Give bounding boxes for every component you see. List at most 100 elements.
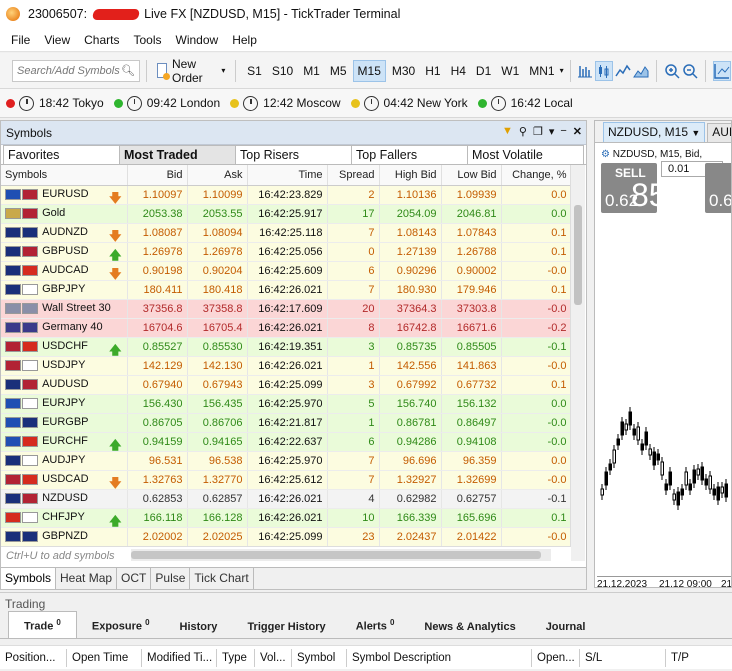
- chevron-down-icon[interactable]: ▾: [221, 66, 225, 75]
- column-header-modified-time[interactable]: Modified Ti...: [142, 648, 217, 667]
- column-header-low-bid[interactable]: Low Bid: [441, 165, 502, 186]
- table-row[interactable]: Wall Street 30 37356.8 37358.8 16:42:17.…: [1, 299, 571, 319]
- table-row[interactable]: AUDCAD 🡇 0.90198 0.90204 16:42:25.609 6 …: [1, 261, 571, 281]
- column-header-high-bid[interactable]: High Bid: [379, 165, 442, 186]
- column-header-symbol[interactable]: Symbol: [292, 648, 347, 667]
- table-row[interactable]: GBPJPY 180.411 180.418 16:42:26.021 7 18…: [1, 280, 571, 300]
- column-header-bid[interactable]: Bid: [127, 165, 188, 186]
- search-icon[interactable]: ⚲: [519, 125, 527, 138]
- vertical-scrollbar[interactable]: [570, 165, 585, 561]
- cell-time: 16:42:19.351: [247, 337, 328, 357]
- column-header-spread[interactable]: Spread: [327, 165, 380, 186]
- tab-top-risers[interactable]: Top Risers: [235, 145, 352, 164]
- chevron-down-icon[interactable]: ▼: [691, 128, 700, 138]
- column-header-time[interactable]: Time: [247, 165, 328, 186]
- table-row[interactable]: EURCHF 🡅 0.94159 0.94165 16:42:22.637 6 …: [1, 432, 571, 452]
- line-chart-icon[interactable]: [615, 61, 632, 81]
- tab-trigger-history[interactable]: Trigger History: [232, 616, 340, 638]
- tab-pulse[interactable]: Pulse: [151, 568, 191, 589]
- search-icon[interactable]: 🔍︎: [121, 64, 135, 77]
- timeframe-mn1[interactable]: MN1: [525, 61, 558, 81]
- chevron-down-icon[interactable]: ▾: [560, 66, 564, 75]
- chart-tab-aud[interactable]: AUD: [707, 123, 731, 142]
- zoom-out-icon[interactable]: [682, 61, 698, 81]
- table-row[interactable]: EURJPY 156.430 156.435 16:42:25.970 5 15…: [1, 394, 571, 414]
- table-row[interactable]: USDCAD 🡇 1.32763 1.32770 16:42:25.612 7 …: [1, 470, 571, 490]
- table-row[interactable]: GBPUSD 🡅 1.26978 1.26978 16:42:25.056 0 …: [1, 242, 571, 262]
- table-row[interactable]: USDCHF 🡅 0.85527 0.85530 16:42:19.351 3 …: [1, 337, 571, 357]
- column-header-tp[interactable]: T/P: [666, 649, 726, 667]
- column-header-position[interactable]: Position...: [0, 648, 67, 667]
- column-header-change[interactable]: Change, %: [501, 165, 571, 186]
- column-header-ask[interactable]: Ask: [187, 165, 248, 186]
- candlestick-chart-icon[interactable]: [595, 60, 614, 81]
- tab-exposure[interactable]: Exposure 0: [77, 612, 165, 638]
- menu-tools[interactable]: Tools: [126, 33, 168, 47]
- table-row[interactable]: AUDUSD 0.67940 0.67943 16:42:25.099 3 0.…: [1, 375, 571, 395]
- scrollbar-thumb[interactable]: [131, 551, 541, 559]
- column-header-symbols[interactable]: Symbols: [1, 165, 128, 186]
- column-header-open-time[interactable]: Open Time: [67, 648, 142, 667]
- timeframe-w1[interactable]: W1: [497, 61, 523, 81]
- column-header-symbol-description[interactable]: Symbol Description: [347, 648, 532, 667]
- chart-tab-nzdusd[interactable]: NZDUSD, M15 ▼: [603, 122, 706, 142]
- timeframe-s10[interactable]: S10: [268, 61, 297, 81]
- timeframe-s1[interactable]: S1: [243, 61, 266, 81]
- cell-ask: 0.67943: [187, 375, 248, 395]
- menu-file[interactable]: File: [4, 33, 37, 47]
- menu-charts[interactable]: Charts: [77, 33, 126, 47]
- tab-journal[interactable]: Journal: [531, 616, 601, 638]
- horizontal-scrollbar[interactable]: [131, 549, 551, 561]
- table-row[interactable]: CHFJPY 🡅 166.118 166.128 16:42:26.021 10…: [1, 508, 571, 528]
- tab-trade[interactable]: Trade 0: [8, 611, 77, 638]
- tab-favorites[interactable]: Favorites: [3, 145, 120, 164]
- timeframe-m5[interactable]: M5: [326, 61, 351, 81]
- table-row[interactable]: EURUSD 🡇 1.10097 1.10099 16:42:23.829 2 …: [1, 185, 571, 205]
- column-header-volume[interactable]: Vol...: [255, 648, 292, 667]
- table-row[interactable]: AUDJPY 96.531 96.538 16:42:25.970 7 96.6…: [1, 451, 571, 471]
- table-row[interactable]: NZDUSD 0.62853 0.62857 16:42:26.021 4 0.…: [1, 489, 571, 509]
- menu-window[interactable]: Window: [169, 33, 226, 47]
- tab-heat-map[interactable]: Heat Map: [56, 568, 118, 589]
- tab-symbols[interactable]: Symbols: [1, 568, 57, 589]
- zoom-in-icon[interactable]: [664, 61, 680, 81]
- autoscroll-chart-icon[interactable]: [713, 60, 731, 81]
- tab-history[interactable]: History: [165, 616, 233, 638]
- tab-tick-chart[interactable]: Tick Chart: [190, 568, 254, 589]
- timeframe-h4[interactable]: H4: [447, 61, 470, 81]
- timeframe-d1[interactable]: D1: [472, 61, 495, 81]
- tab-top-fallers[interactable]: Top Fallers: [351, 145, 468, 164]
- symbol-search-box[interactable]: 🔍︎: [12, 59, 140, 82]
- column-header-type[interactable]: Type: [217, 648, 255, 667]
- pin-icon[interactable]: −: [560, 125, 566, 138]
- bar-chart-icon[interactable]: [577, 61, 593, 81]
- table-row[interactable]: GBPNZD 2.02002 2.02025 16:42:25.099 23 2…: [1, 527, 571, 547]
- menu-help[interactable]: Help: [225, 33, 264, 47]
- menu-view[interactable]: View: [37, 33, 77, 47]
- chart-canvas[interactable]: ⚙ NZDUSD, M15, Bid, SELL 0.62 85 3 0.01 …: [597, 145, 731, 587]
- filter-icon[interactable]: ▼: [502, 125, 513, 138]
- scrollbar-thumb[interactable]: [574, 205, 582, 305]
- timeframe-m1[interactable]: M1: [299, 61, 324, 81]
- table-row[interactable]: EURGBP 0.86705 0.86706 16:42:21.817 1 0.…: [1, 413, 571, 433]
- tab-most-traded[interactable]: Most Traded: [119, 145, 236, 164]
- tab-most-volatile[interactable]: Most Volatile: [467, 145, 584, 164]
- chevron-down-icon[interactable]: ▾: [549, 125, 555, 138]
- close-icon[interactable]: ✕: [573, 125, 582, 138]
- new-order-button[interactable]: New Order ▾: [153, 57, 230, 85]
- table-row[interactable]: USDJPY 142.129 142.130 16:42:26.021 1 14…: [1, 356, 571, 376]
- table-row[interactable]: Germany 40 16704.6 16705.4 16:42:26.021 …: [1, 318, 571, 338]
- tab-alerts[interactable]: Alerts 0: [341, 612, 410, 638]
- tab-oct[interactable]: OCT: [117, 568, 152, 589]
- column-header-sl[interactable]: S/L: [580, 648, 666, 667]
- area-chart-icon[interactable]: [633, 61, 649, 81]
- timeframe-m15[interactable]: M15: [352, 59, 386, 82]
- symbol-search-input[interactable]: [17, 64, 121, 77]
- table-row[interactable]: Gold 2053.38 2053.55 16:42:25.917 17 205…: [1, 204, 571, 224]
- timeframe-h1[interactable]: H1: [421, 61, 444, 81]
- column-header-open[interactable]: Open...: [532, 648, 580, 667]
- restore-window-icon[interactable]: ❐: [533, 125, 543, 138]
- tab-news-analytics[interactable]: News & Analytics: [409, 616, 530, 638]
- timeframe-m30[interactable]: M30: [388, 61, 419, 81]
- table-row[interactable]: AUDNZD 🡇 1.08087 1.08094 16:42:25.118 7 …: [1, 223, 571, 243]
